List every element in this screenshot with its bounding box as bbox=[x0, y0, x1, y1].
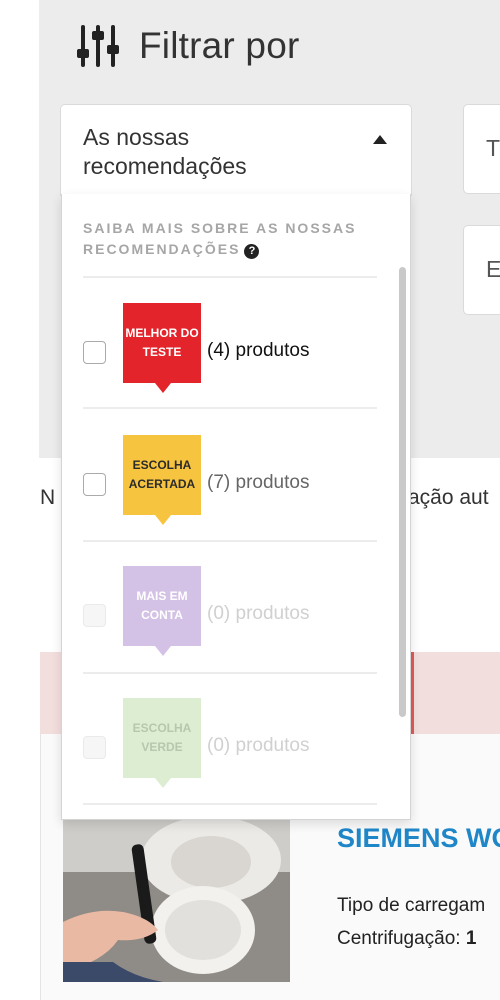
spin-value: 1 bbox=[465, 928, 477, 949]
divider bbox=[83, 803, 377, 805]
divider bbox=[83, 672, 377, 674]
checkbox[interactable] bbox=[83, 473, 106, 496]
recommendations-select[interactable]: As nossas recomendações bbox=[61, 105, 411, 195]
recommendations-dropdown: SAIBA MAIS SOBRE AS NOSSAS RECOMENDAÇÕES… bbox=[61, 194, 411, 820]
select-label: As nossas recomendações bbox=[83, 124, 247, 179]
spin-label: Centrifugação: bbox=[337, 928, 461, 949]
product-title[interactable]: SIEMENS WO bbox=[337, 823, 500, 854]
checkbox bbox=[83, 736, 106, 759]
badge-pointer bbox=[155, 646, 171, 656]
option-count: (7) produtos bbox=[207, 472, 310, 493]
badge-pointer bbox=[155, 778, 171, 788]
background-text-right: ação aut bbox=[408, 486, 489, 509]
option-count: (4) produtos bbox=[207, 340, 310, 361]
option-count: (0) produtos bbox=[207, 735, 310, 756]
filter-header: Filtrar por bbox=[75, 18, 300, 74]
dropdown-scrollbar[interactable] bbox=[399, 267, 406, 717]
divider bbox=[83, 276, 377, 278]
checkbox bbox=[83, 604, 106, 627]
option-count: (0) produtos bbox=[207, 603, 310, 624]
product-spec-load-type: Tipo de carregam bbox=[337, 895, 486, 916]
help-icon[interactable]: ? bbox=[244, 244, 260, 259]
background-text-left: N bbox=[40, 486, 56, 509]
badge-escolha-verde: ESCOLHA VERDE bbox=[123, 698, 201, 778]
badge-melhor-do-teste: MELHOR DO TESTE bbox=[123, 303, 201, 383]
sliders-icon bbox=[77, 25, 119, 67]
side-select-2-label: E bbox=[486, 256, 500, 282]
option-mais-em-conta: MAIS EM CONTA (0) produtos bbox=[62, 566, 392, 666]
side-select-1[interactable]: T bbox=[464, 105, 500, 193]
caret-up-icon[interactable] bbox=[373, 135, 387, 144]
dropdown-heading[interactable]: SAIBA MAIS SOBRE AS NOSSAS RECOMENDAÇÕES… bbox=[83, 218, 383, 260]
option-melhor-do-teste[interactable]: MELHOR DO TESTE (4) produtos bbox=[62, 303, 392, 403]
checkbox[interactable] bbox=[83, 341, 106, 364]
side-select-2[interactable]: E bbox=[464, 226, 500, 314]
badge-pointer bbox=[155, 383, 171, 393]
option-escolha-verde: ESCOLHA VERDE (0) produtos bbox=[62, 698, 392, 798]
side-select-1-label: T bbox=[486, 135, 500, 161]
option-escolha-acertada[interactable]: ESCOLHA ACERTADA (7) produtos bbox=[62, 435, 392, 535]
product-image[interactable] bbox=[63, 812, 290, 982]
page-margin bbox=[0, 0, 39, 1000]
filter-title: Filtrar por bbox=[139, 25, 300, 66]
divider bbox=[83, 540, 377, 542]
badge-pointer bbox=[155, 515, 171, 525]
badge-mais-em-conta: MAIS EM CONTA bbox=[123, 566, 201, 646]
divider bbox=[83, 407, 377, 409]
badge-escolha-acertada: ESCOLHA ACERTADA bbox=[123, 435, 201, 515]
product-photo-illustration bbox=[63, 812, 290, 982]
dropdown-heading-text: SAIBA MAIS SOBRE AS NOSSAS RECOMENDAÇÕES bbox=[83, 220, 357, 257]
product-spec-spin: Centrifugação: 1 bbox=[337, 928, 476, 950]
